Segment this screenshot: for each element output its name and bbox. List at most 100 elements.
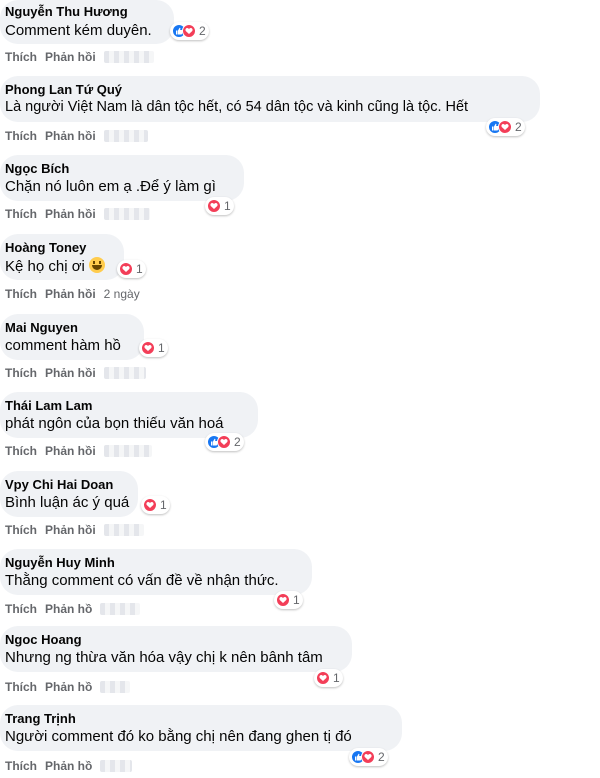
like-link[interactable]: Thích <box>5 366 37 380</box>
like-link[interactable]: Thích <box>5 444 37 458</box>
love-icon <box>119 262 133 276</box>
reply-link[interactable]: Phản hồ <box>45 602 92 616</box>
like-link[interactable]: Thích <box>5 523 37 537</box>
comment-actions: Thích Phản hồi 2 ngày <box>5 287 140 301</box>
love-icon <box>182 24 196 38</box>
love-icon <box>498 120 512 134</box>
like-link[interactable]: Thích <box>5 129 37 143</box>
like-link[interactable]: Thích <box>5 602 37 616</box>
commenter-name[interactable]: Nguyễn Huy Minh <box>5 555 115 570</box>
commenter-name[interactable]: Vpy Chi Hai Doan <box>5 477 113 492</box>
commenter-name[interactable]: Mai Nguyen <box>5 320 78 335</box>
love-icon <box>207 199 221 213</box>
reply-link[interactable]: Phản hồi <box>45 129 96 143</box>
comment-text: Chặn nó luôn em ạ .Để ý làm gì <box>5 178 216 195</box>
comment-actions: Thích Phản hồi <box>5 444 152 458</box>
comment-text: phát ngôn của bọn thiếu văn hoá <box>5 415 224 432</box>
reply-link[interactable]: Phản hồi <box>45 287 96 301</box>
reaction-count: 2 <box>378 750 385 764</box>
comment-text: comment hàm hồ <box>5 337 121 354</box>
comment-actions: Thích Phản hồi <box>5 129 148 143</box>
redacted-timestamp <box>100 603 141 615</box>
love-icon <box>143 498 157 512</box>
reaction-summary[interactable]: 2 <box>205 433 244 451</box>
reaction-summary[interactable]: 2 <box>349 748 388 766</box>
comment-actions: Thích Phản hồi <box>5 207 150 221</box>
reply-link[interactable]: Phản hồ <box>45 759 92 773</box>
comment-actions: Thích Phản hồi <box>5 523 144 537</box>
love-icon <box>217 435 231 449</box>
like-link[interactable]: Thích <box>5 287 37 301</box>
commenter-name[interactable]: Nguyễn Thu Hương <box>5 4 128 19</box>
commenter-name[interactable]: Ngoc Hoang <box>5 632 82 647</box>
like-link[interactable]: Thích <box>5 759 37 773</box>
redacted-timestamp <box>103 445 152 457</box>
like-link[interactable]: Thích <box>5 50 37 64</box>
comment-bubble: Ngoc Hoang Nhưng ng thừa văn hóa vậy chị… <box>0 626 352 672</box>
comment-text: Nhưng ng thừa văn hóa vậy chị k nên bânh… <box>5 649 323 666</box>
like-link[interactable]: Thích <box>5 207 37 221</box>
reply-link[interactable]: Phản hồi <box>45 366 96 380</box>
reply-link[interactable]: Phản hồi <box>45 50 96 64</box>
comment-bubble: Ngọc Bích Chặn nó luôn em ạ .Để ý làm gì <box>0 155 244 201</box>
redacted-timestamp <box>103 367 146 379</box>
redacted-timestamp <box>103 130 148 142</box>
comment-text: Là người Việt Nam là dân tộc hết, có 54 … <box>5 99 469 115</box>
reaction-summary[interactable]: 2 <box>170 22 209 40</box>
comment-text-body: Kệ họ chị ơi <box>5 258 85 275</box>
reaction-summary[interactable]: 1 <box>205 197 234 215</box>
love-icon <box>141 341 155 355</box>
reaction-summary[interactable]: 1 <box>141 496 170 514</box>
reply-link[interactable]: Phản hồi <box>45 207 96 221</box>
like-link[interactable]: Thích <box>5 680 37 694</box>
comment-text: Bình luận ác ý quá <box>5 494 130 511</box>
redacted-timestamp <box>103 524 144 536</box>
commenter-name[interactable]: Phong Lan Tứ Quý <box>5 82 122 97</box>
comment-actions: Thích Phản hồi <box>5 366 146 380</box>
reaction-count: 1 <box>158 341 165 355</box>
reaction-count: 2 <box>515 120 522 134</box>
comment-bubble: Phong Lan Tứ Quý Là người Việt Nam là dâ… <box>0 76 540 122</box>
reaction-summary[interactable]: 1 <box>117 260 146 278</box>
reaction-count: 1 <box>160 498 167 512</box>
reaction-summary[interactable]: 1 <box>314 669 343 687</box>
love-icon <box>361 750 375 764</box>
comment-text: Thằng comment có vấn đề về nhận thức. <box>5 572 279 589</box>
reply-link[interactable]: Phản hồi <box>45 444 96 458</box>
comment-bubble: Vpy Chi Hai Doan Bình luận ác ý quá <box>0 471 138 517</box>
redacted-timestamp <box>100 681 131 693</box>
reply-link[interactable]: Phản hồi <box>45 523 96 537</box>
reaction-count: 2 <box>234 435 241 449</box>
commenter-name[interactable]: Hoàng Toney <box>5 240 86 255</box>
reaction-count: 1 <box>293 593 300 607</box>
love-icon <box>276 593 290 607</box>
comment-text: Kệ họ chị ơi <box>5 257 105 275</box>
reply-link[interactable]: Phản hồ <box>45 680 92 694</box>
reaction-summary[interactable]: 1 <box>139 339 168 357</box>
redacted-timestamp <box>100 760 133 772</box>
reaction-summary[interactable]: 1 <box>274 591 303 609</box>
reaction-summary[interactable]: 2 <box>486 118 525 136</box>
commenter-name[interactable]: Thái Lam Lam <box>5 398 92 413</box>
comment-actions: Thích Phản hồ <box>5 680 131 694</box>
comment-text: Comment kém duyên. <box>5 22 152 39</box>
comment-timestamp[interactable]: 2 ngày <box>104 287 140 301</box>
commenter-name[interactable]: Trang Trịnh <box>5 711 76 726</box>
redacted-timestamp <box>103 208 150 220</box>
comment-bubble: Nguyễn Huy Minh Thằng comment có vấn đề … <box>0 549 312 595</box>
comment-bubble: Hoàng Toney Kệ họ chị ơi <box>0 234 124 280</box>
comment-actions: Thích Phản hồi <box>5 50 154 64</box>
comment-actions: Thích Phản hồ <box>5 759 133 773</box>
redacted-timestamp <box>103 51 154 63</box>
reaction-count: 1 <box>333 671 340 685</box>
love-icon <box>316 671 330 685</box>
comment-bubble: Trang Trịnh Người comment đó ko bằng chị… <box>0 705 402 751</box>
comment-text: Người comment đó ko bằng chị nên đang gh… <box>5 728 352 745</box>
grinning-emoji-icon <box>88 257 105 273</box>
reaction-count: 1 <box>224 199 231 213</box>
commenter-name[interactable]: Ngọc Bích <box>5 161 69 176</box>
comment-actions: Thích Phản hồ <box>5 602 141 616</box>
reaction-count: 1 <box>136 262 143 276</box>
comment-bubble: Thái Lam Lam phát ngôn của bọn thiếu văn… <box>0 392 258 438</box>
comment-bubble: Mai Nguyen comment hàm hồ <box>0 314 144 360</box>
